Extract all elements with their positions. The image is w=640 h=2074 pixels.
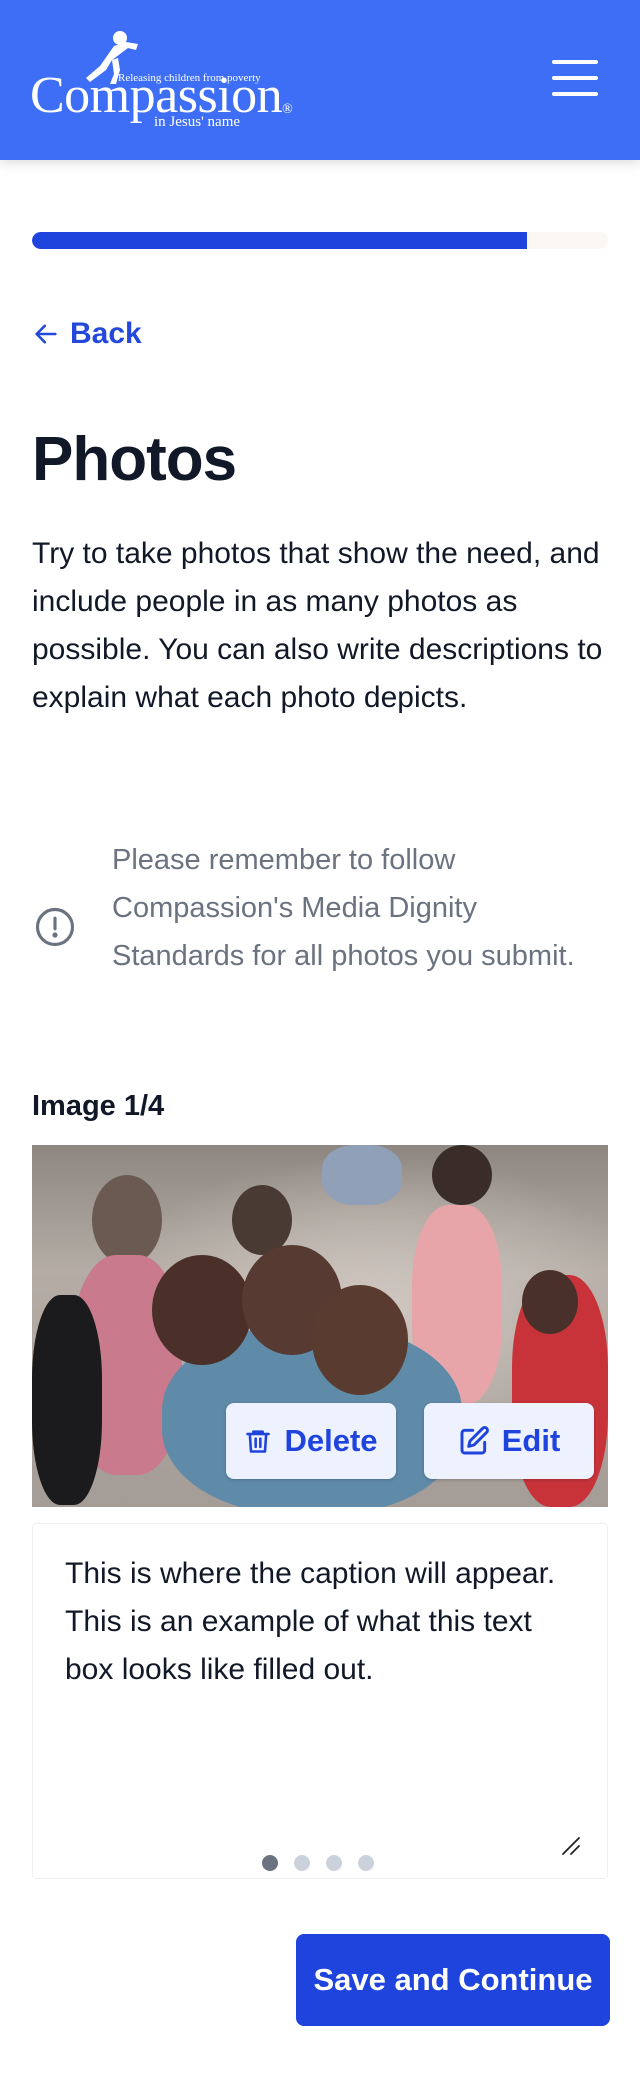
resize-handle-icon[interactable] — [559, 1834, 581, 1856]
photo-figure — [432, 1145, 492, 1205]
arrow-left-icon — [35, 324, 57, 344]
photo-figure — [522, 1270, 578, 1334]
caption-textarea[interactable]: This is where the caption will appear. T… — [32, 1523, 608, 1879]
page-intro: Try to take photos that show the need, a… — [32, 537, 603, 714]
photo-figure — [92, 1175, 162, 1265]
photo-figure — [152, 1255, 252, 1365]
edit-label: Edit — [501, 1423, 561, 1458]
trash-icon — [246, 1430, 271, 1453]
caption-value: This is where the caption will appear. T… — [65, 1557, 556, 1686]
logo-subline: in Jesus' name — [154, 114, 241, 130]
photo-figure — [312, 1285, 408, 1395]
notice-text: Please remember to follow Compassion's M… — [112, 844, 575, 972]
exclamation-circle-icon — [35, 907, 75, 947]
photo-figure — [232, 1185, 292, 1255]
progress-bar — [32, 232, 608, 249]
compassion-logo[interactable]: Releasing children from poverty Compassi… — [30, 28, 300, 130]
delete-photo-button[interactable]: Delete — [226, 1403, 396, 1479]
pagination-dot[interactable] — [326, 1855, 342, 1871]
photo-figure — [32, 1295, 102, 1505]
pagination-dot[interactable] — [358, 1855, 374, 1871]
pagination-dot[interactable] — [294, 1855, 310, 1871]
back-link[interactable]: Back — [32, 312, 142, 356]
edit-pencil-icon — [460, 1426, 489, 1455]
progress-fill — [32, 232, 528, 249]
uploaded-photo: Delete Edit — [32, 1145, 608, 1507]
pagination-dot[interactable] — [262, 1855, 278, 1871]
site-header: Releasing children from poverty Compassi… — [0, 0, 640, 160]
image-counter-label: Image 1/4 — [32, 1090, 165, 1122]
edit-photo-button[interactable]: Edit — [424, 1403, 594, 1479]
delete-label: Delete — [284, 1423, 378, 1458]
photo-figure — [322, 1145, 402, 1205]
save-and-continue-button[interactable]: Save and Continue — [296, 1934, 610, 2026]
media-dignity-notice: Please remember to follow Compassion's M… — [32, 832, 608, 1032]
back-label: Back — [70, 317, 142, 350]
image-pagination — [262, 1855, 374, 1871]
page-title: Photos — [32, 425, 237, 494]
hamburger-menu-icon[interactable] — [548, 56, 602, 100]
